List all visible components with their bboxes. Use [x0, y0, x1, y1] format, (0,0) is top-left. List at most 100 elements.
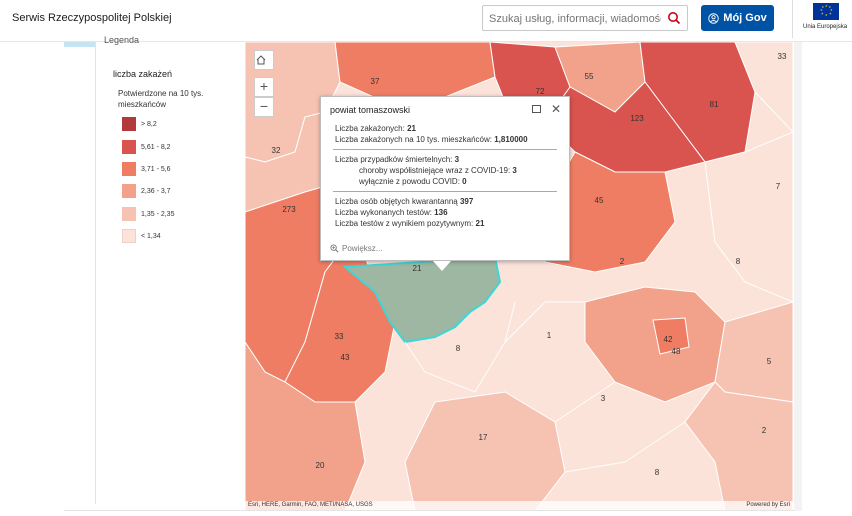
- popup-row: Liczba zakażonych: 21: [335, 124, 416, 133]
- legend-swatch: [122, 140, 136, 154]
- deaths-value: 3: [454, 155, 460, 164]
- legend-swatch: [122, 207, 136, 221]
- map-label: 8: [456, 344, 461, 353]
- map-label: 42: [664, 335, 673, 344]
- svg-text:★: ★: [825, 13, 828, 17]
- search-box[interactable]: [482, 5, 688, 31]
- zoom-to-link[interactable]: Powiększ...: [330, 244, 382, 253]
- map-label: 123: [630, 114, 644, 123]
- legend-label: 3,71 - 5,6: [141, 165, 171, 173]
- infected-label: Liczba zakażonych:: [335, 124, 405, 133]
- legend-item: 3,71 - 5,6: [122, 162, 171, 176]
- divider: [333, 191, 557, 192]
- legend-swatch: [122, 162, 136, 176]
- map-label: 48: [672, 347, 681, 356]
- legend-item: < 1,34: [122, 229, 161, 243]
- comorbid-value: 3: [512, 166, 517, 175]
- per10k-value: 1,810000: [494, 135, 528, 144]
- map-label: 8: [736, 257, 741, 266]
- zoom-out-icon: −: [259, 98, 269, 114]
- divider: [333, 149, 557, 150]
- legend-header: Legenda: [104, 35, 140, 45]
- map-label: 17: [479, 433, 488, 442]
- tests-value: 136: [434, 208, 448, 217]
- legend-item: 1,35 - 2,35: [122, 207, 174, 221]
- map-label: 2: [762, 426, 767, 435]
- legend-label: 1,35 - 2,35: [141, 210, 175, 218]
- popup-row: Liczba wykonanych testów: 136: [335, 208, 448, 217]
- eu-logo: ★ ★ ★ ★ ★ ★ ★ ★ Unia Europejska: [792, 0, 852, 38]
- powered-by-text[interactable]: Powered by Esri: [746, 502, 790, 508]
- zoom-in-icon: +: [259, 78, 269, 94]
- search-input[interactable]: [489, 10, 661, 27]
- eu-caption: Unia Europejska: [803, 24, 848, 30]
- map-label: 33: [335, 332, 344, 341]
- popup-row: Liczba zakażonych na 10 tys. mieszkańców…: [335, 135, 528, 144]
- legend-item: 5,61 - 8,2: [122, 140, 171, 154]
- tests-label: Liczba wykonanych testów:: [335, 208, 432, 217]
- popup-row: wyłącznie z powodu COVID: 0: [359, 177, 467, 186]
- map-label: 1: [547, 331, 552, 340]
- quarantine-value: 397: [459, 197, 474, 206]
- legend-label: 5,61 - 8,2: [141, 143, 171, 151]
- legend-title: liczba zakażeń: [113, 69, 173, 79]
- map-label: 8: [655, 468, 660, 477]
- zoom-label: Powiększ...: [342, 244, 383, 253]
- per10k-label: Liczba zakażonych na 10 tys. mieszkańców…: [335, 135, 492, 144]
- eu-flag-icon: ★ ★★ ★★★ ★★: [813, 3, 839, 20]
- quarantine-label: Liczba osób objętych kwarantanną: [335, 197, 458, 206]
- legend-swatch: [122, 229, 136, 243]
- map-label: 21: [413, 264, 422, 273]
- home-button[interactable]: [254, 50, 274, 70]
- legend-item: > 8,2: [122, 117, 157, 131]
- bottom-divider: [64, 510, 794, 511]
- map-label: 72: [536, 87, 545, 96]
- map-label: 33: [778, 52, 787, 61]
- legend-swatch: [122, 184, 136, 198]
- positive-value: 21: [475, 219, 485, 228]
- legend-subtitle: Potwierdzone na 10 tys. mieszkańców: [118, 89, 204, 109]
- map-label: 3: [601, 394, 606, 403]
- zoom-in-button[interactable]: +: [254, 77, 274, 97]
- map-label: 2: [620, 257, 625, 266]
- deaths-label: Liczba przypadków śmiertelnych:: [335, 155, 453, 164]
- legend-label: 2,36 - 3,7: [141, 187, 171, 195]
- infected-value: 21: [407, 124, 416, 133]
- close-icon[interactable]: ✕: [551, 102, 561, 116]
- zoom-icon: [330, 244, 339, 253]
- map-label: 273: [282, 205, 296, 214]
- legend-toggle-strip[interactable]: [64, 42, 95, 47]
- login-label: Mój Gov: [723, 12, 767, 24]
- map-label: 32: [272, 146, 281, 155]
- svg-text:★: ★: [829, 12, 832, 16]
- popup-row: Liczba przypadków śmiertelnych: 3: [335, 155, 459, 164]
- popup-row: Liczba testów z wynikiem pozytywnym: 21: [335, 219, 484, 228]
- zoom-out-button[interactable]: −: [254, 97, 274, 117]
- popup-pointer: [433, 261, 451, 271]
- legend-swatch: [122, 117, 136, 131]
- dock-icon[interactable]: [532, 105, 541, 113]
- map-label: 55: [585, 72, 594, 81]
- map-label: 37: [371, 77, 380, 86]
- map-label: 20: [316, 461, 325, 470]
- scrollbar[interactable]: [794, 42, 802, 511]
- login-button[interactable]: Mój Gov: [701, 5, 774, 31]
- popup-title: powiat tomaszowski: [330, 105, 411, 115]
- map-label: 43: [341, 353, 350, 362]
- map-label: 45: [595, 196, 604, 205]
- popup-row: Liczba osób objętych kwarantanną 397: [335, 197, 473, 206]
- legend-label: > 8,2: [141, 120, 157, 128]
- svg-text:★: ★: [821, 12, 824, 16]
- map-label: 7: [776, 182, 781, 191]
- legend-panel: Legenda liczba zakażeń Potwierdzone na 1…: [95, 35, 245, 504]
- home-icon: [256, 55, 266, 65]
- covid-only-value: 0: [462, 177, 467, 186]
- positive-label: Liczba testów z wynikiem pozytywnym:: [335, 219, 474, 228]
- comorbid-label: choroby współistniejące wraz z COVID-19:: [359, 166, 511, 175]
- attribution-text[interactable]: Esri, HERE, Garmin, FAO, METI/NASA, USGS: [248, 502, 373, 508]
- search-icon[interactable]: [667, 11, 681, 25]
- svg-text:★: ★: [822, 5, 825, 9]
- user-icon: [708, 12, 720, 24]
- site-title[interactable]: Serwis Rzeczypospolitej Polskiej: [12, 12, 172, 24]
- covid-only-label: wyłącznie z powodu COVID:: [359, 177, 460, 186]
